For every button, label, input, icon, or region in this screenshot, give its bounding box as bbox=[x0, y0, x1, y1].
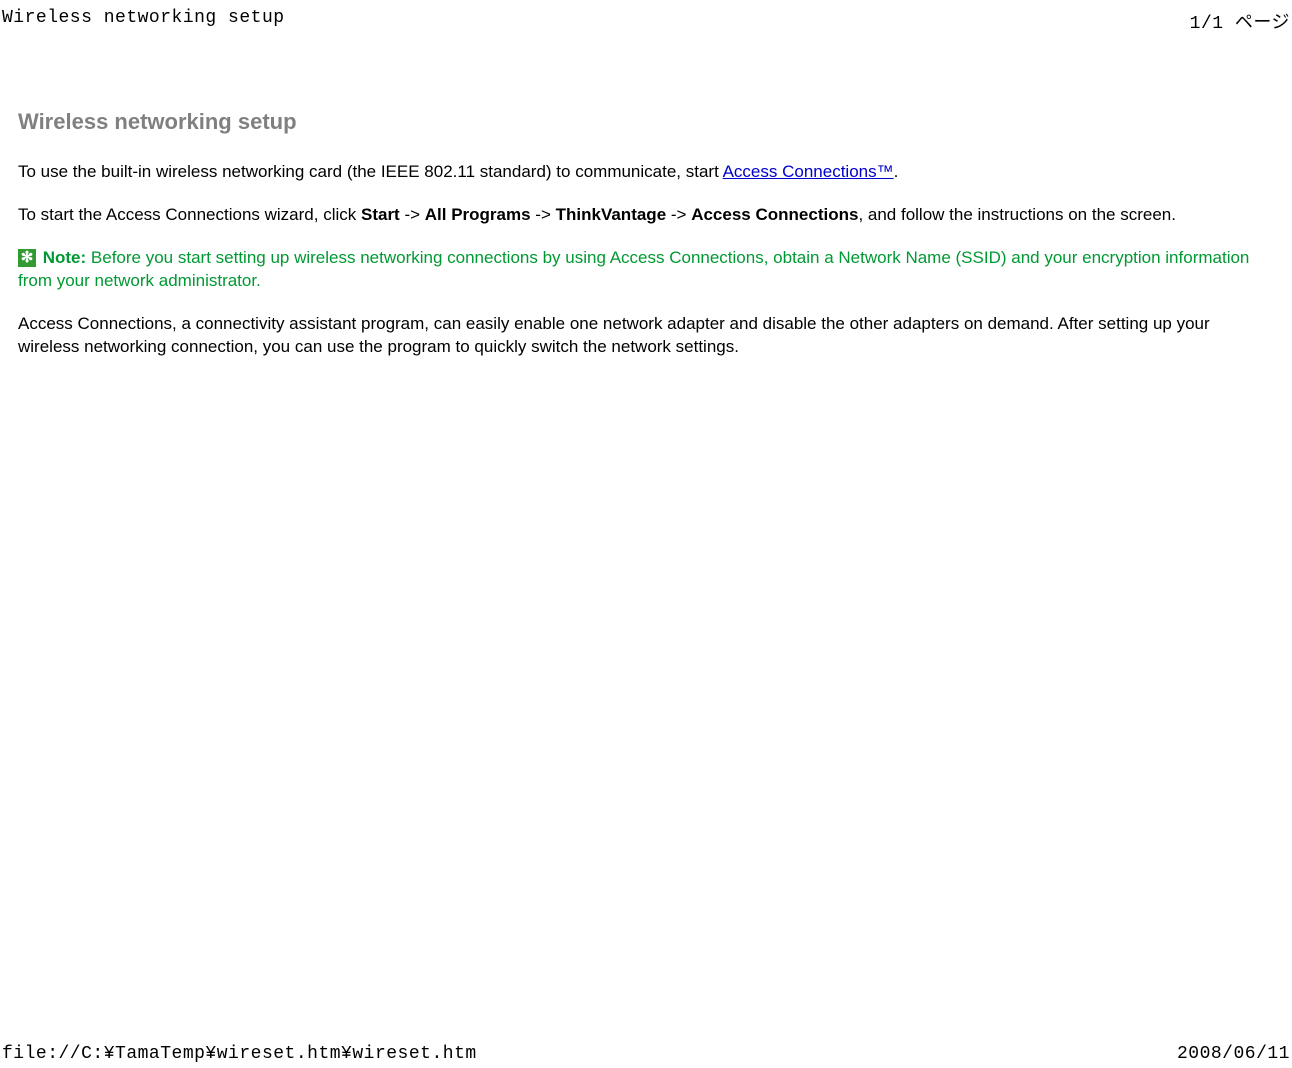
arrow-2: -> bbox=[531, 205, 556, 224]
note-text: Before you start setting up wireless net… bbox=[18, 248, 1249, 290]
note-block: ✻ Note: Before you start setting up wire… bbox=[18, 247, 1274, 293]
print-footer: file://C:¥TamaTemp¥wireset.htm¥wireset.h… bbox=[0, 1044, 1292, 1068]
menu-access-connections: Access Connections bbox=[691, 205, 858, 224]
menu-start: Start bbox=[361, 205, 400, 224]
paragraph-intro: To use the built-in wireless networking … bbox=[18, 161, 1274, 184]
instr-text-tail: , and follow the instructions on the scr… bbox=[858, 205, 1176, 224]
access-connections-link[interactable]: Access Connections™ bbox=[723, 162, 894, 181]
footer-date: 2008/06/11 bbox=[1177, 1044, 1290, 1064]
footer-path: file://C:¥TamaTemp¥wireset.htm¥wireset.h… bbox=[2, 1044, 477, 1064]
note-label: Note: bbox=[43, 248, 86, 267]
instr-text-a: To start the Access Connections wizard, … bbox=[18, 205, 361, 224]
arrow-1: -> bbox=[400, 205, 425, 224]
paragraph-description: Access Connections, a connectivity assis… bbox=[18, 313, 1274, 359]
intro-text-b: . bbox=[894, 162, 899, 181]
print-header: Wireless networking setup 1/1 ページ bbox=[0, 0, 1292, 34]
menu-all-programs: All Programs bbox=[425, 205, 531, 224]
header-page-indicator: 1/1 ページ bbox=[1190, 8, 1290, 34]
header-title: Wireless networking setup bbox=[2, 8, 285, 34]
note-icon: ✻ bbox=[18, 249, 36, 267]
intro-text-a: To use the built-in wireless networking … bbox=[18, 162, 723, 181]
document-body: Wireless networking setup To use the bui… bbox=[0, 34, 1292, 359]
menu-thinkvantage: ThinkVantage bbox=[556, 205, 667, 224]
arrow-3: -> bbox=[666, 205, 691, 224]
paragraph-instructions: To start the Access Connections wizard, … bbox=[18, 204, 1274, 227]
page-title: Wireless networking setup bbox=[18, 109, 1274, 135]
